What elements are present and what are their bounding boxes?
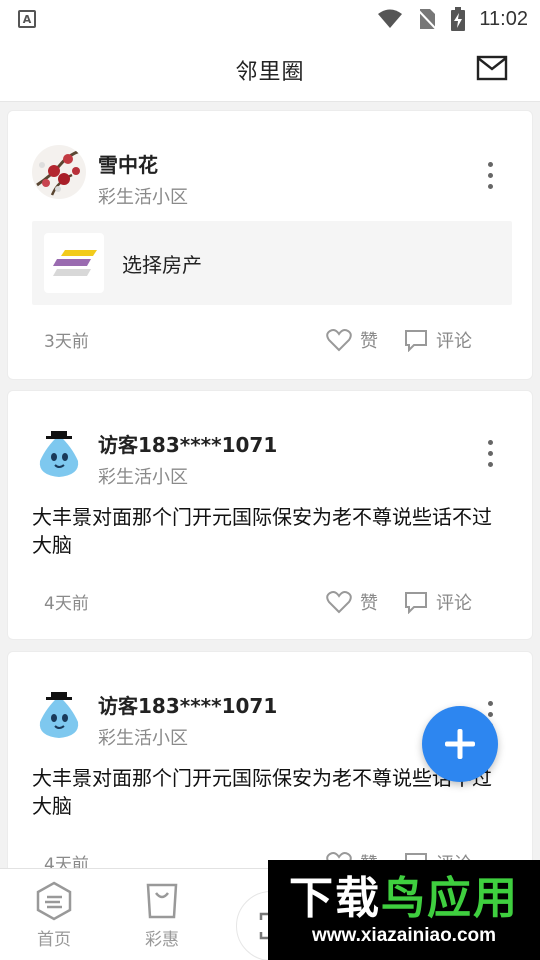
post-time: 3天前 — [44, 332, 89, 352]
heart-icon — [326, 591, 352, 614]
water-drop-avatar-image — [32, 688, 86, 742]
more-options-button[interactable] — [478, 159, 502, 191]
nav-label: 彩惠 — [145, 930, 179, 950]
wifi-icon — [378, 9, 403, 28]
property-logo-icon — [44, 233, 104, 293]
community-name: 彩生活小区 — [98, 728, 188, 749]
dot — [487, 183, 493, 189]
avatar[interactable] — [32, 427, 86, 481]
dot — [487, 172, 493, 178]
comment-button[interactable]: 评论 — [404, 589, 472, 615]
comment-label: 评论 — [436, 331, 472, 352]
post-text: 大丰景对面那个门开元国际保安为老不尊说些话不过大脑 — [32, 766, 492, 818]
message-button[interactable] — [476, 54, 508, 84]
post-card[interactable]: 雪中花 彩生活小区 选择房产 3天前 赞 评论 — [7, 110, 533, 380]
comment-icon — [405, 592, 427, 614]
post-time: 4天前 — [44, 594, 89, 614]
dot — [487, 700, 493, 706]
dot — [487, 711, 493, 717]
comment-icon — [405, 330, 427, 352]
like-label: 赞 — [360, 331, 378, 352]
mail-icon — [476, 55, 508, 81]
community-name: 彩生活小区 — [98, 467, 188, 488]
avatar[interactable] — [32, 145, 86, 199]
post-text: 大丰景对面那个门开元国际保安为老不尊说些话不过大脑 — [32, 505, 492, 557]
nav-item-home[interactable]: 首页 — [14, 881, 94, 950]
plus-icon — [445, 729, 475, 759]
dot — [487, 439, 493, 445]
watermark-title-part2: 鸟应用 — [381, 873, 519, 924]
status-time: 11:02 — [479, 7, 528, 30]
more-options-button[interactable] — [478, 437, 502, 469]
plum-blossom-avatar-image — [32, 145, 86, 199]
select-property-card[interactable]: 选择房产 — [32, 221, 512, 305]
heart-icon — [326, 329, 352, 352]
comment-label: 评论 — [436, 593, 472, 614]
new-post-button[interactable] — [422, 706, 498, 782]
comment-button[interactable]: 评论 — [404, 327, 472, 353]
post-card[interactable]: 访客183****1071 彩生活小区 大丰景对面那个门开元国际保安为老不尊说些… — [7, 390, 533, 640]
watermark-title-part1: 下载 — [289, 873, 381, 924]
like-label: 赞 — [360, 593, 378, 614]
dot — [487, 450, 493, 456]
no-sim-icon — [417, 9, 438, 30]
dot — [487, 461, 493, 467]
community-name: 彩生活小区 — [98, 187, 188, 208]
user-name[interactable]: 访客183****1071 — [98, 429, 277, 458]
status-bar: A 11:02 — [0, 0, 540, 38]
avatar[interactable] — [32, 688, 86, 742]
user-name[interactable]: 雪中花 — [98, 149, 158, 178]
like-button[interactable]: 赞 — [326, 589, 378, 615]
bag-icon — [146, 883, 178, 919]
nav-item-caihui[interactable]: 彩惠 — [122, 881, 202, 950]
dot — [487, 161, 493, 167]
battery-charging-icon — [451, 7, 466, 31]
select-property-label: 选择房产 — [122, 252, 202, 277]
home-icon — [36, 881, 72, 921]
water-drop-avatar-image — [32, 427, 86, 481]
notification-icon: A — [18, 10, 36, 28]
page-title: 邻里圈 — [235, 59, 305, 85]
watermark-logo: 下载鸟应用 www.xiazainiao.com — [268, 860, 540, 960]
app-header: 邻里圈 — [0, 38, 540, 102]
like-button[interactable]: 赞 — [326, 327, 378, 353]
nav-label: 首页 — [37, 930, 71, 950]
watermark-url: www.xiazainiao.com — [311, 925, 497, 946]
user-name[interactable]: 访客183****1071 — [98, 690, 277, 719]
